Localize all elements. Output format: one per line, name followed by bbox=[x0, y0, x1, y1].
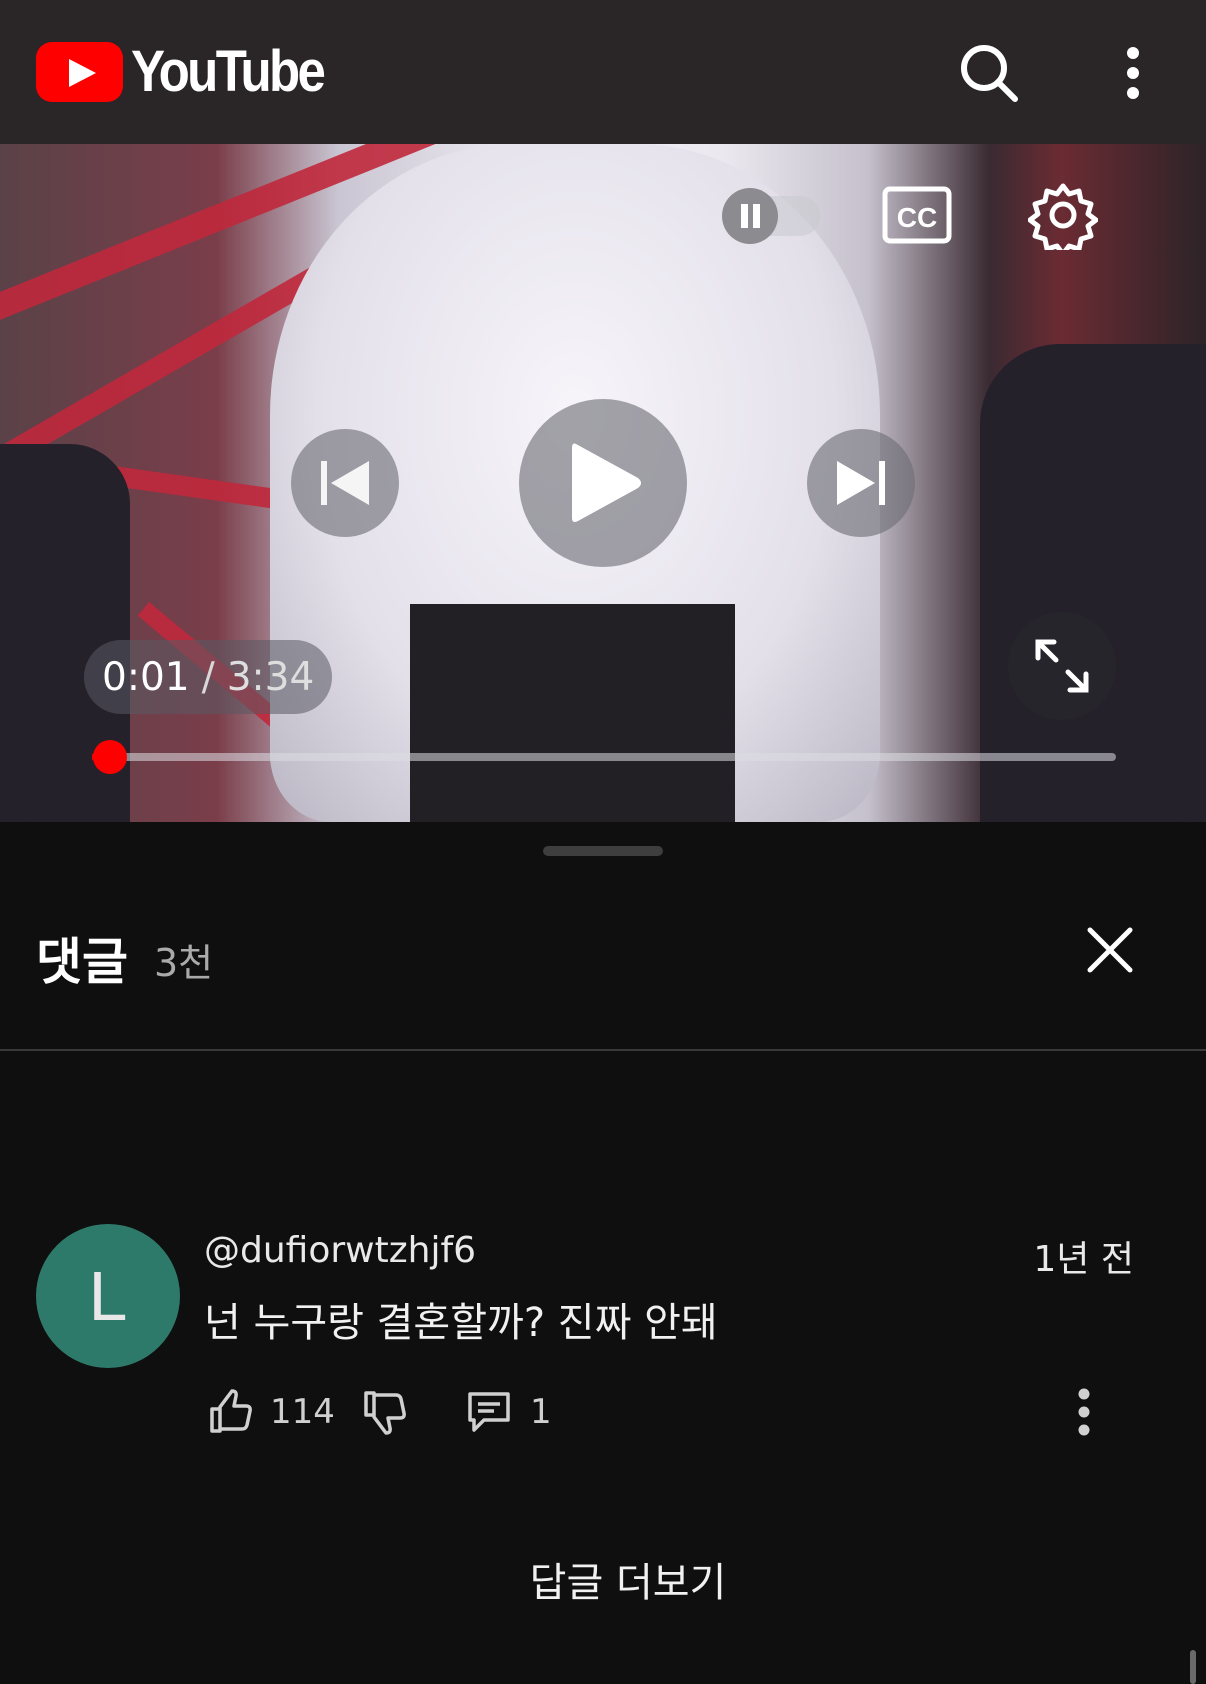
fullscreen-icon bbox=[1035, 639, 1089, 693]
skip-previous-icon bbox=[321, 461, 369, 505]
comments-count: 3천 bbox=[154, 941, 214, 985]
settings-button[interactable] bbox=[1026, 178, 1100, 252]
more-replies-button[interactable]: 답글 더보기 bbox=[0, 1550, 1206, 1608]
comment-more-button[interactable] bbox=[1074, 1382, 1094, 1442]
performer-belt bbox=[410, 604, 735, 822]
comment-reply-icon bbox=[468, 1392, 510, 1432]
play-button[interactable] bbox=[519, 399, 687, 567]
progress-bar[interactable] bbox=[92, 740, 1116, 774]
play-icon bbox=[572, 443, 641, 522]
autoplay-toggle-icon bbox=[722, 188, 820, 244]
time-separator: / bbox=[201, 654, 215, 700]
thumbs-down-icon bbox=[364, 1391, 406, 1435]
comment-timestamp: 1년 전 bbox=[1033, 1239, 1134, 1280]
like-count: 114 bbox=[270, 1392, 335, 1432]
dislike-button[interactable] bbox=[362, 1382, 406, 1442]
youtube-play-logo-icon bbox=[36, 42, 123, 102]
comments-panel: 댓글 3천 L @dufiorwtzhjf6 1년 전 넌 누구랑 결혼할까? … bbox=[0, 822, 1206, 1684]
next-button[interactable] bbox=[807, 429, 915, 537]
scrollbar[interactable] bbox=[1190, 1650, 1196, 1684]
youtube-logo[interactable]: YouTube bbox=[36, 42, 349, 102]
drag-handle[interactable] bbox=[543, 846, 663, 856]
top-app-bar: YouTube bbox=[0, 0, 1206, 144]
cc-icon: CC bbox=[882, 186, 952, 244]
comment-author[interactable]: @dufiorwtzhjf6 bbox=[204, 1230, 476, 1271]
more-options-button[interactable] bbox=[1098, 38, 1168, 108]
comment-text: 넌 누구랑 결혼할까? 진짜 안돼 bbox=[204, 1300, 718, 1346]
search-icon bbox=[961, 45, 1018, 102]
comment-actions: 114 1 bbox=[204, 1382, 1144, 1442]
more-vertical-icon bbox=[1127, 47, 1139, 99]
skip-next-icon bbox=[837, 461, 885, 505]
thumbs-up-icon bbox=[210, 1389, 252, 1433]
like-button[interactable]: 114 bbox=[208, 1382, 335, 1442]
duration: 3:34 bbox=[226, 654, 315, 700]
right-performer-silhouette bbox=[980, 344, 1206, 822]
svg-text:CC: CC bbox=[897, 202, 937, 233]
more-vertical-icon bbox=[1078, 1388, 1090, 1436]
time-display: 0:01 / 3:34 bbox=[84, 640, 333, 714]
close-comments-button[interactable] bbox=[1080, 920, 1140, 980]
reply-count: 1 bbox=[530, 1392, 552, 1432]
autoplay-toggle[interactable] bbox=[720, 188, 826, 244]
progress-scrubber-handle[interactable] bbox=[93, 740, 128, 774]
current-time: 0:01 bbox=[102, 654, 190, 700]
close-icon bbox=[1087, 927, 1133, 973]
divider bbox=[0, 1049, 1206, 1051]
avatar[interactable]: L bbox=[36, 1224, 180, 1368]
comments-title: 댓글 bbox=[36, 933, 128, 991]
captions-button[interactable]: CC bbox=[880, 182, 954, 248]
video-player[interactable]: CC 0:01 / 3:34 bbox=[0, 144, 1206, 822]
search-button[interactable] bbox=[954, 38, 1024, 108]
gear-icon bbox=[1028, 183, 1098, 250]
avatar-letter: L bbox=[88, 1257, 128, 1335]
fullscreen-button[interactable] bbox=[1008, 612, 1116, 720]
previous-button[interactable] bbox=[291, 429, 399, 537]
logo-text: YouTube bbox=[131, 39, 326, 104]
reply-button[interactable]: 1 bbox=[466, 1382, 552, 1442]
